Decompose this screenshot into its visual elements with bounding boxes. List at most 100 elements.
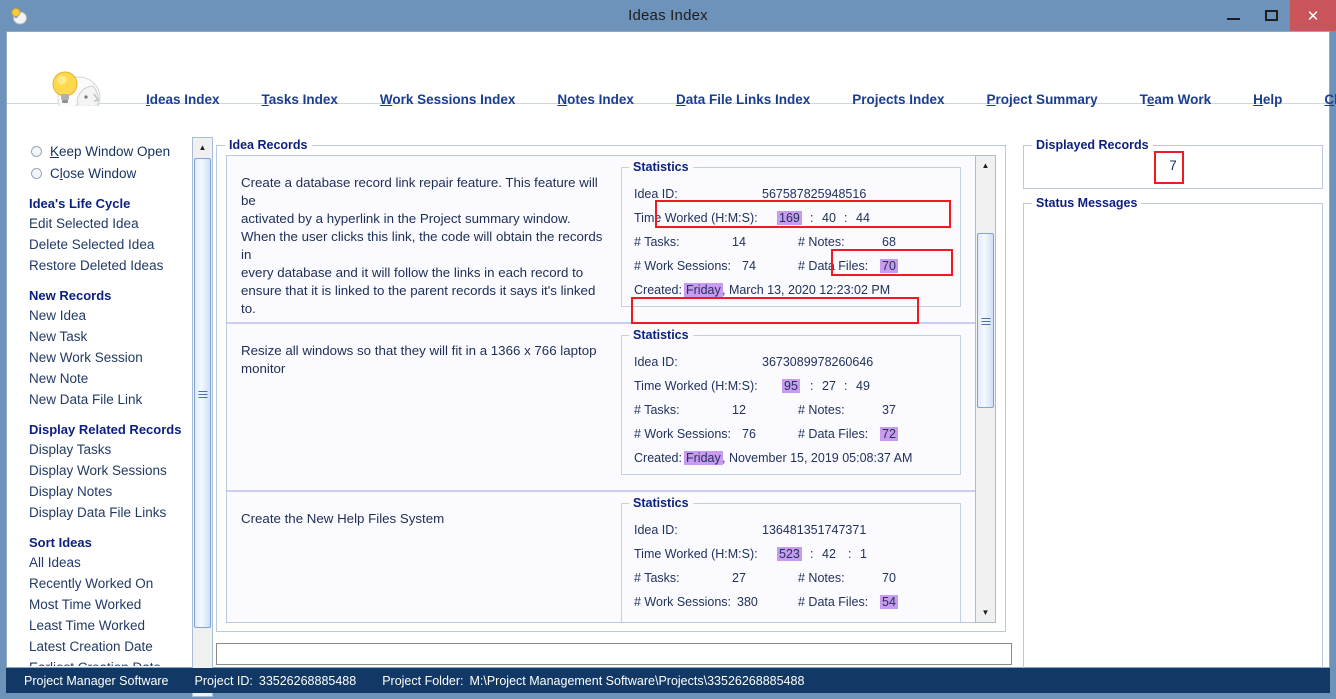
sidebar-item-new-work-session[interactable]: New Work Session	[29, 347, 191, 368]
title-bar: Ideas Index ✕	[0, 0, 1336, 31]
sidebar-heading-new-records: New Records	[29, 288, 112, 303]
idea-description-line: Create the New Help Files System	[241, 511, 445, 526]
status-project-folder-label: Project Folder:	[382, 673, 464, 688]
status-bar: Project Manager Software Project ID: 335…	[6, 668, 1330, 693]
sidebar-item-new-data-file-link[interactable]: New Data File Link	[29, 389, 191, 410]
stat-row-time-worked: Time Worked (H:M:S): 523 : 42 : 1	[622, 542, 960, 566]
menu-item-notes-index[interactable]: Notes Index	[536, 92, 655, 107]
time-colon-1: :	[810, 211, 814, 225]
time-colon-1: :	[810, 379, 814, 393]
menu-item-ideas-index[interactable]: Ideas Index	[125, 92, 241, 107]
time-colon-2: :	[844, 211, 848, 225]
sidebar-item-display-notes[interactable]: Display Notes	[29, 481, 191, 502]
stat-row-sessions-files: # Work Sessions: 76 # Data Files: 72	[622, 422, 960, 446]
menu-label: roject Summary	[995, 92, 1098, 107]
close-icon: ✕	[1306, 7, 1320, 25]
scroll-up-icon[interactable]: ▲	[193, 138, 212, 157]
scrollbar-thumb[interactable]	[977, 233, 994, 408]
data-files-label: # Data Files:	[798, 427, 869, 441]
sidebar-item-new-task[interactable]: New Task	[29, 326, 191, 347]
time-worked-minutes: 40	[822, 211, 836, 225]
sidebar-item-display-data-file-links[interactable]: Display Data File Links	[29, 502, 191, 523]
menu-item-close-program[interactable]: Close Program	[1303, 92, 1336, 107]
sidebar-item-earliest-creation-date[interactable]: Earliest Creation Date	[29, 657, 191, 666]
data-files-label: # Data Files:	[798, 595, 869, 609]
scrollbar-grip-icon	[198, 391, 207, 398]
idea-description: Create the New Help Files System	[227, 492, 619, 622]
sidebar-item-new-idea[interactable]: New Idea	[29, 305, 191, 326]
menu-item-project-summary[interactable]: Project Summary	[966, 92, 1119, 107]
data-files-label: # Data Files:	[798, 259, 869, 273]
sidebar-item-latest-creation-date[interactable]: Latest Creation Date	[29, 636, 191, 657]
sidebar-item-display-work-sessions[interactable]: Display Work Sessions	[29, 460, 191, 481]
idea-id-value: 3673089978260646	[762, 355, 874, 369]
menu-item-data-file-links-index[interactable]: Data File Links Index	[655, 92, 831, 107]
sidebar-item-delete-selected-idea[interactable]: Delete Selected Idea	[29, 234, 191, 255]
sidebar-scrollbar[interactable]: ▲ ▼	[192, 137, 213, 697]
sidebar-item-edit-selected-idea[interactable]: Edit Selected Idea	[29, 213, 191, 234]
sidebar-item-display-tasks[interactable]: Display Tasks	[29, 439, 191, 460]
notes-label: # Notes:	[798, 235, 845, 249]
menu-item-tasks-index[interactable]: Tasks Index	[241, 92, 359, 107]
data-files-value: 72	[880, 427, 898, 441]
notes-label: # Notes:	[798, 571, 845, 585]
idea-statistics-group: Statistics Idea ID: 3673089978260646 Tim…	[621, 328, 961, 475]
idea-record-row[interactable]: Resize all windows so that they will fit…	[227, 324, 982, 492]
tasks-label: # Tasks:	[634, 235, 680, 249]
radio-keep-window-open[interactable]: Keep Window Open	[15, 140, 191, 162]
created-day: Friday	[684, 283, 723, 297]
status-messages-title: Status Messages	[1032, 196, 1142, 210]
idea-record-row[interactable]: Create the New Help Files System Statist…	[227, 492, 982, 622]
time-colon-2: :	[844, 379, 848, 393]
client-area: Ideas Index Tasks Index Work Sessions In…	[6, 31, 1336, 697]
menu-item-help[interactable]: Help	[1232, 92, 1303, 107]
sidebar-item-least-time-worked[interactable]: Least Time Worked	[29, 615, 191, 636]
statistics-title: Statistics	[629, 328, 693, 342]
created-day: Friday	[684, 451, 723, 465]
time-colon-2: :	[848, 547, 852, 561]
close-button[interactable]: ✕	[1290, 0, 1336, 31]
time-worked-hours: 523	[777, 547, 802, 561]
scrollbar-thumb[interactable]	[194, 158, 211, 628]
minimize-button[interactable]	[1214, 0, 1252, 31]
tasks-value: 12	[732, 403, 746, 417]
sidebar-item-most-time-worked[interactable]: Most Time Worked	[29, 594, 191, 615]
records-scrollbar[interactable]: ▲ ▼	[975, 155, 996, 623]
idea-records-title: Idea Records	[225, 138, 312, 152]
work-sessions-label: # Work Sessions:	[634, 259, 732, 273]
stat-row-sessions-files: # Work Sessions: 380 # Data Files: 54	[622, 590, 960, 614]
sidebar-item-new-note[interactable]: New Note	[29, 368, 191, 389]
statistics-title: Statistics	[629, 496, 693, 510]
scroll-up-icon[interactable]: ▲	[976, 156, 995, 175]
idea-id-label: Idea ID:	[634, 355, 678, 369]
radio-icon	[31, 167, 42, 179]
stat-row-idea-id: Idea ID: 136481351747371	[622, 518, 960, 542]
radio-close-window[interactable]: Close Window	[15, 162, 191, 184]
time-worked-hours: 169	[777, 211, 802, 225]
stat-row-sessions-files: # Work Sessions: 74 # Data Files: 70	[622, 254, 960, 278]
sidebar-heading-life-cycle: Idea's Life Cycle	[29, 196, 131, 211]
maximize-button[interactable]	[1252, 0, 1290, 31]
menu-item-team-work[interactable]: Team Work	[1119, 92, 1233, 107]
main-menu: Ideas Index Tasks Index Work Sessions In…	[125, 92, 1336, 107]
menu-label: Projects Index	[852, 92, 945, 107]
tasks-value: 27	[732, 571, 746, 585]
search-input[interactable]	[216, 643, 1012, 665]
menu-item-projects-index[interactable]: Projects Index	[831, 92, 965, 107]
menu-item-work-sessions-index[interactable]: Work Sessions Index	[359, 92, 537, 107]
notes-value: 37	[882, 403, 896, 417]
created-date: , March 13, 2020 12:23:02 PM	[722, 283, 891, 297]
scroll-down-icon[interactable]: ▼	[976, 603, 995, 622]
left-sidebar: Keep Window Open Close Window Idea's Lif…	[15, 106, 191, 666]
sidebar-item-all-ideas[interactable]: All Ideas	[29, 552, 191, 573]
stat-row-idea-id: Idea ID: 567587825948516	[622, 182, 960, 206]
tasks-value: 14	[732, 235, 746, 249]
created-date: , November 15, 2019 05:08:37 AM	[722, 451, 913, 465]
sidebar-item-recently-worked-on[interactable]: Recently Worked On	[29, 573, 191, 594]
stat-row-idea-id: Idea ID: 3673089978260646	[622, 350, 960, 374]
idea-records-list[interactable]: Create a database record link repair fea…	[226, 155, 983, 623]
tasks-label: # Tasks:	[634, 571, 680, 585]
idea-record-row[interactable]: Create a database record link repair fea…	[227, 156, 982, 324]
notes-value: 68	[882, 235, 896, 249]
sidebar-item-restore-deleted-ideas[interactable]: Restore Deleted Ideas	[29, 255, 191, 276]
